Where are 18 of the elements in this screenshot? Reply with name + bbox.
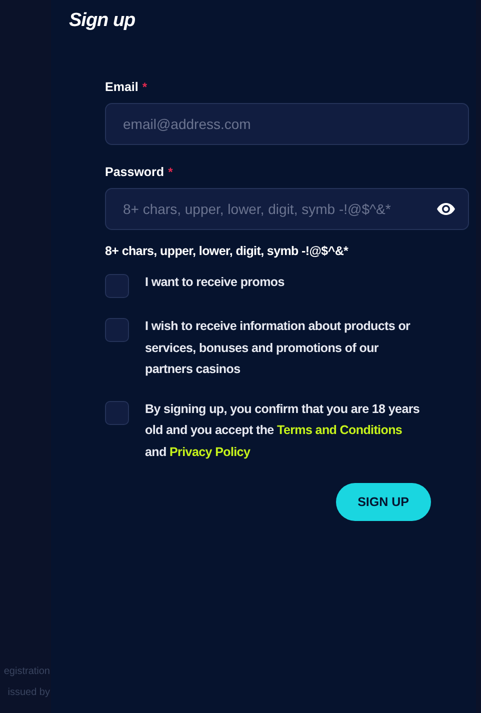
sign-up-button[interactable]: SIGN UP	[336, 483, 431, 521]
checkbox[interactable]	[105, 274, 129, 298]
field-label: Email	[105, 80, 138, 94]
checkbox-label: I want to receive promos	[145, 274, 286, 291]
page-title: Sign up	[69, 9, 136, 33]
field-label: Password	[105, 165, 164, 179]
checkbox[interactable]	[105, 318, 129, 342]
checkbox-label: By signing up, you confirm that you are 18 years old and you accept the Terms and Conditions and Privacy Policy	[145, 400, 421, 461]
required-mark: *	[168, 165, 173, 179]
link[interactable]: Privacy Policy	[170, 444, 250, 458]
show-password-icon[interactable]	[437, 203, 455, 215]
password-hint: 8+ chars, upper, lower, digit, symb -!@$^&*	[105, 244, 350, 258]
input-field[interactable]: email@address.com	[105, 103, 469, 145]
required-mark: *	[142, 80, 148, 94]
checkbox-label: I wish to receive information about products or services, bonuses and promotions of our partners casinos	[145, 318, 412, 378]
input-field[interactable]: 8+ chars, upper, lower, digit, symb -!@$^&*	[105, 188, 469, 230]
checkbox[interactable]	[105, 400, 129, 424]
link[interactable]: Terms and Conditions	[277, 423, 402, 437]
